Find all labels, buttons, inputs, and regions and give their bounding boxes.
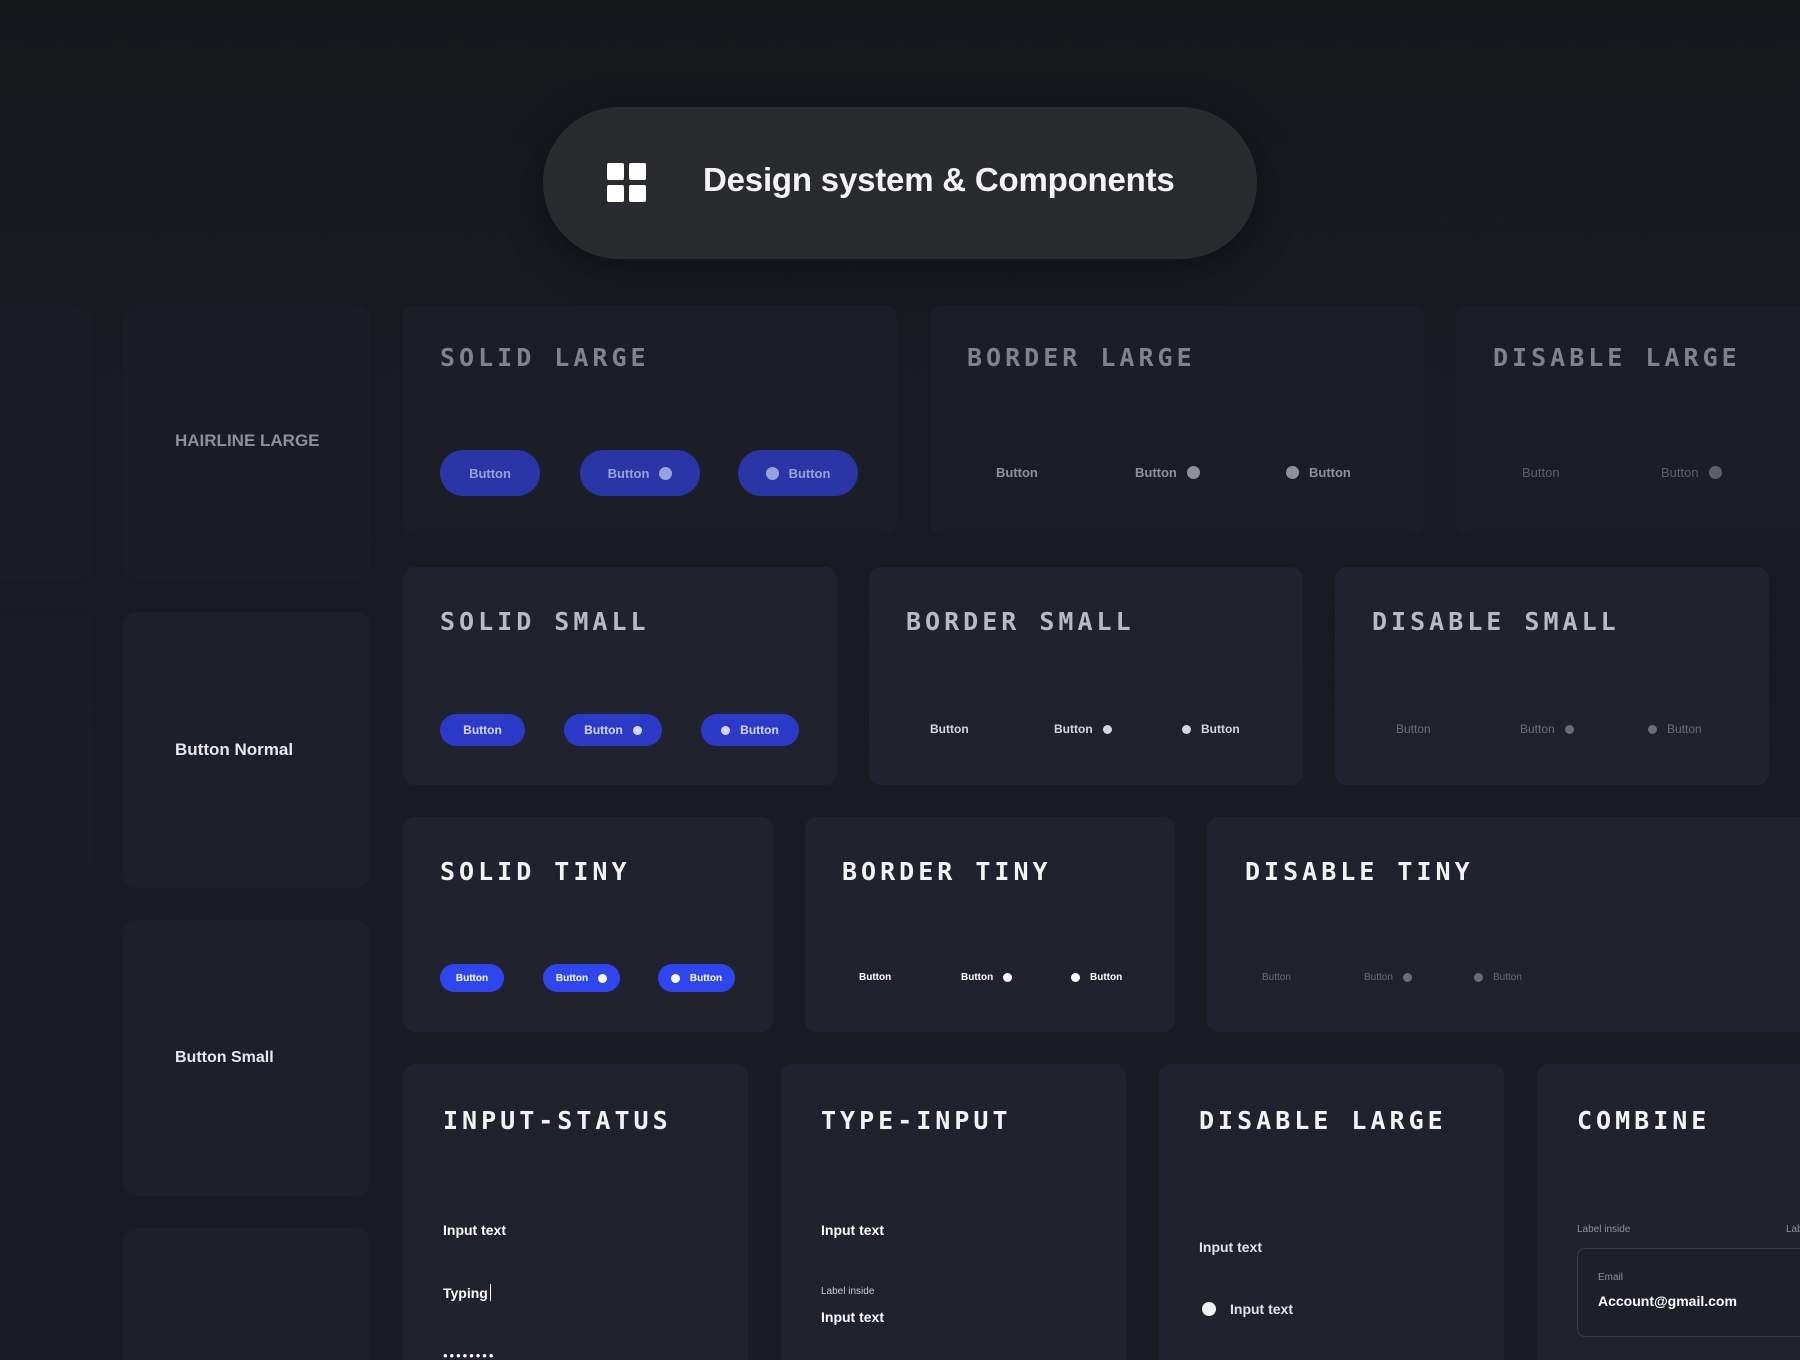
border-tiny-card: BORDER TINY Button Button Button	[805, 817, 1175, 1032]
disabled-large-button-icon-right: Button	[1661, 465, 1722, 480]
border-large-card: BORDER LARGE Button Button Button	[930, 305, 1424, 535]
disable-large-input-card: DISABLE LARGE Input text Input text	[1159, 1064, 1504, 1360]
card-title: BORDER SMALL	[906, 607, 1135, 636]
dot-icon	[659, 466, 673, 480]
input-field[interactable]: Input text	[443, 1222, 506, 1238]
partial-card	[0, 920, 92, 1196]
dot-icon	[670, 973, 680, 983]
grid-icon	[607, 163, 647, 203]
button-normal-label: Button Normal	[175, 740, 294, 759]
email-value: Account@gmail.com	[1598, 1293, 1737, 1309]
border-large-button[interactable]: Button	[996, 465, 1038, 480]
header-pill: Design system & Components	[543, 107, 1257, 259]
border-tiny-button-icon-right[interactable]: Button	[961, 972, 1013, 983]
card-title: SOLID SMALL	[440, 607, 650, 636]
label-inside: Label inside	[1577, 1224, 1631, 1235]
labeled-input-field[interactable]: Input text	[821, 1309, 884, 1325]
disable-tiny-card: DISABLE TINY Button Button Button	[1207, 817, 1800, 1032]
solid-tiny-button[interactable]: Button	[440, 964, 504, 992]
dot-icon	[765, 466, 779, 480]
disabled-small-button-icon-left: Button	[1648, 722, 1702, 736]
type-input-card: TYPE-INPUT Input text Label inside Input…	[781, 1064, 1126, 1360]
card-title: TYPE-INPUT	[821, 1106, 1012, 1135]
dot-icon	[1186, 466, 1200, 479]
disabled-input-field: Input text	[1199, 1239, 1262, 1255]
solid-small-card: SOLID SMALL Button Button Button	[403, 567, 837, 785]
dot-icon	[1564, 724, 1574, 734]
card-title: DISABLE SMALL	[1372, 607, 1620, 636]
dot-icon	[1708, 466, 1722, 479]
solid-large-button-icon-left[interactable]: Button	[738, 450, 858, 496]
border-small-button[interactable]: Button	[930, 722, 969, 736]
solid-small-button-icon-left[interactable]: Button	[701, 714, 799, 746]
disabled-small-button: Button	[1396, 722, 1431, 736]
dot-icon	[1102, 724, 1112, 734]
disabled-tiny-button: Button	[1262, 972, 1291, 983]
disabled-large-button: Button	[1522, 465, 1560, 480]
border-large-button-icon-left[interactable]: Button	[1286, 465, 1351, 480]
dot-icon	[721, 725, 731, 735]
dot-icon	[1286, 466, 1299, 479]
disable-small-card: DISABLE SMALL Button Button Button	[1335, 567, 1769, 785]
input-status-card: INPUT-STATUS Input text Typing ••••••••	[403, 1064, 748, 1360]
page-title: Design system & Components	[703, 161, 1175, 198]
dot-icon	[1648, 724, 1657, 734]
dot-icon	[1182, 724, 1191, 734]
label-inside: Label inside	[821, 1286, 875, 1297]
solid-small-button[interactable]: Button	[440, 714, 525, 746]
partial-card	[0, 1228, 92, 1360]
card-title: DISABLE TINY	[1245, 857, 1474, 886]
solid-tiny-button-icon-left[interactable]: Button	[658, 964, 735, 992]
button-small-label: Button Small	[175, 1049, 274, 1066]
typing-input-field[interactable]: Typing	[443, 1284, 491, 1301]
card-title: COMBINE	[1577, 1106, 1711, 1135]
card-title: DISABLE LARGE	[1493, 343, 1741, 372]
email-label: Email	[1598, 1272, 1624, 1283]
button-normal-card[interactable]: Button Normal	[123, 612, 370, 888]
solid-tiny-button-icon-right[interactable]: Button	[543, 964, 620, 992]
dot-icon	[1402, 973, 1412, 982]
solid-small-button-icon-right[interactable]: Button	[564, 714, 662, 746]
card-title: BORDER LARGE	[967, 343, 1196, 372]
dot-icon	[1071, 973, 1080, 982]
border-large-button-icon-right[interactable]: Button	[1135, 465, 1200, 480]
solid-tiny-card: SOLID TINY Button Button Button	[403, 817, 773, 1032]
border-small-button-icon-left[interactable]: Button	[1182, 722, 1240, 736]
disabled-small-button-icon-right: Button	[1520, 722, 1574, 736]
border-tiny-button-icon-left[interactable]: Button	[1071, 972, 1122, 983]
partial-card	[0, 305, 92, 581]
button-small-card[interactable]: Button Small	[123, 920, 370, 1196]
dot-icon	[598, 973, 608, 983]
disable-large-button-card: DISABLE LARGE Button Button	[1456, 305, 1800, 535]
card-title: DISABLE LARGE	[1199, 1106, 1447, 1135]
solid-large-card: SOLID LARGE Button Button Button	[403, 305, 897, 535]
input-field[interactable]: Input text	[821, 1222, 884, 1238]
dot-icon	[632, 725, 642, 735]
disabled-tiny-button-icon-right: Button	[1364, 972, 1412, 983]
border-tiny-button[interactable]: Button	[859, 972, 891, 983]
password-input-field[interactable]: ••••••••	[443, 1348, 495, 1360]
card-title: SOLID TINY	[440, 857, 631, 886]
solid-large-button[interactable]: Button	[440, 450, 540, 496]
email-field[interactable]: Email Account@gmail.com	[1577, 1248, 1800, 1337]
partial-card	[0, 612, 92, 888]
card-title: INPUT-STATUS	[443, 1106, 672, 1135]
card-title: SOLID LARGE	[440, 343, 650, 372]
border-small-card: BORDER SMALL Button Button Button	[869, 567, 1303, 785]
solid-large-button-icon-right[interactable]: Button	[580, 450, 700, 496]
hairline-large-label: HAIRLINE LARGE	[175, 431, 320, 450]
dot-icon	[1474, 973, 1483, 982]
hairline-large-card[interactable]: HAIRLINE LARGE	[123, 305, 370, 581]
radio-option[interactable]: Input text	[1202, 1301, 1293, 1317]
border-small-button-icon-right[interactable]: Button	[1054, 722, 1112, 736]
card-title: BORDER TINY	[842, 857, 1052, 886]
disabled-tiny-button-icon-left: Button	[1474, 972, 1522, 983]
text-cursor	[489, 1284, 491, 1301]
dot-icon	[1003, 973, 1013, 982]
label-inside-partial: Lab	[1786, 1224, 1800, 1235]
radio-icon	[1202, 1302, 1216, 1316]
sidebar-card[interactable]	[123, 1228, 370, 1360]
